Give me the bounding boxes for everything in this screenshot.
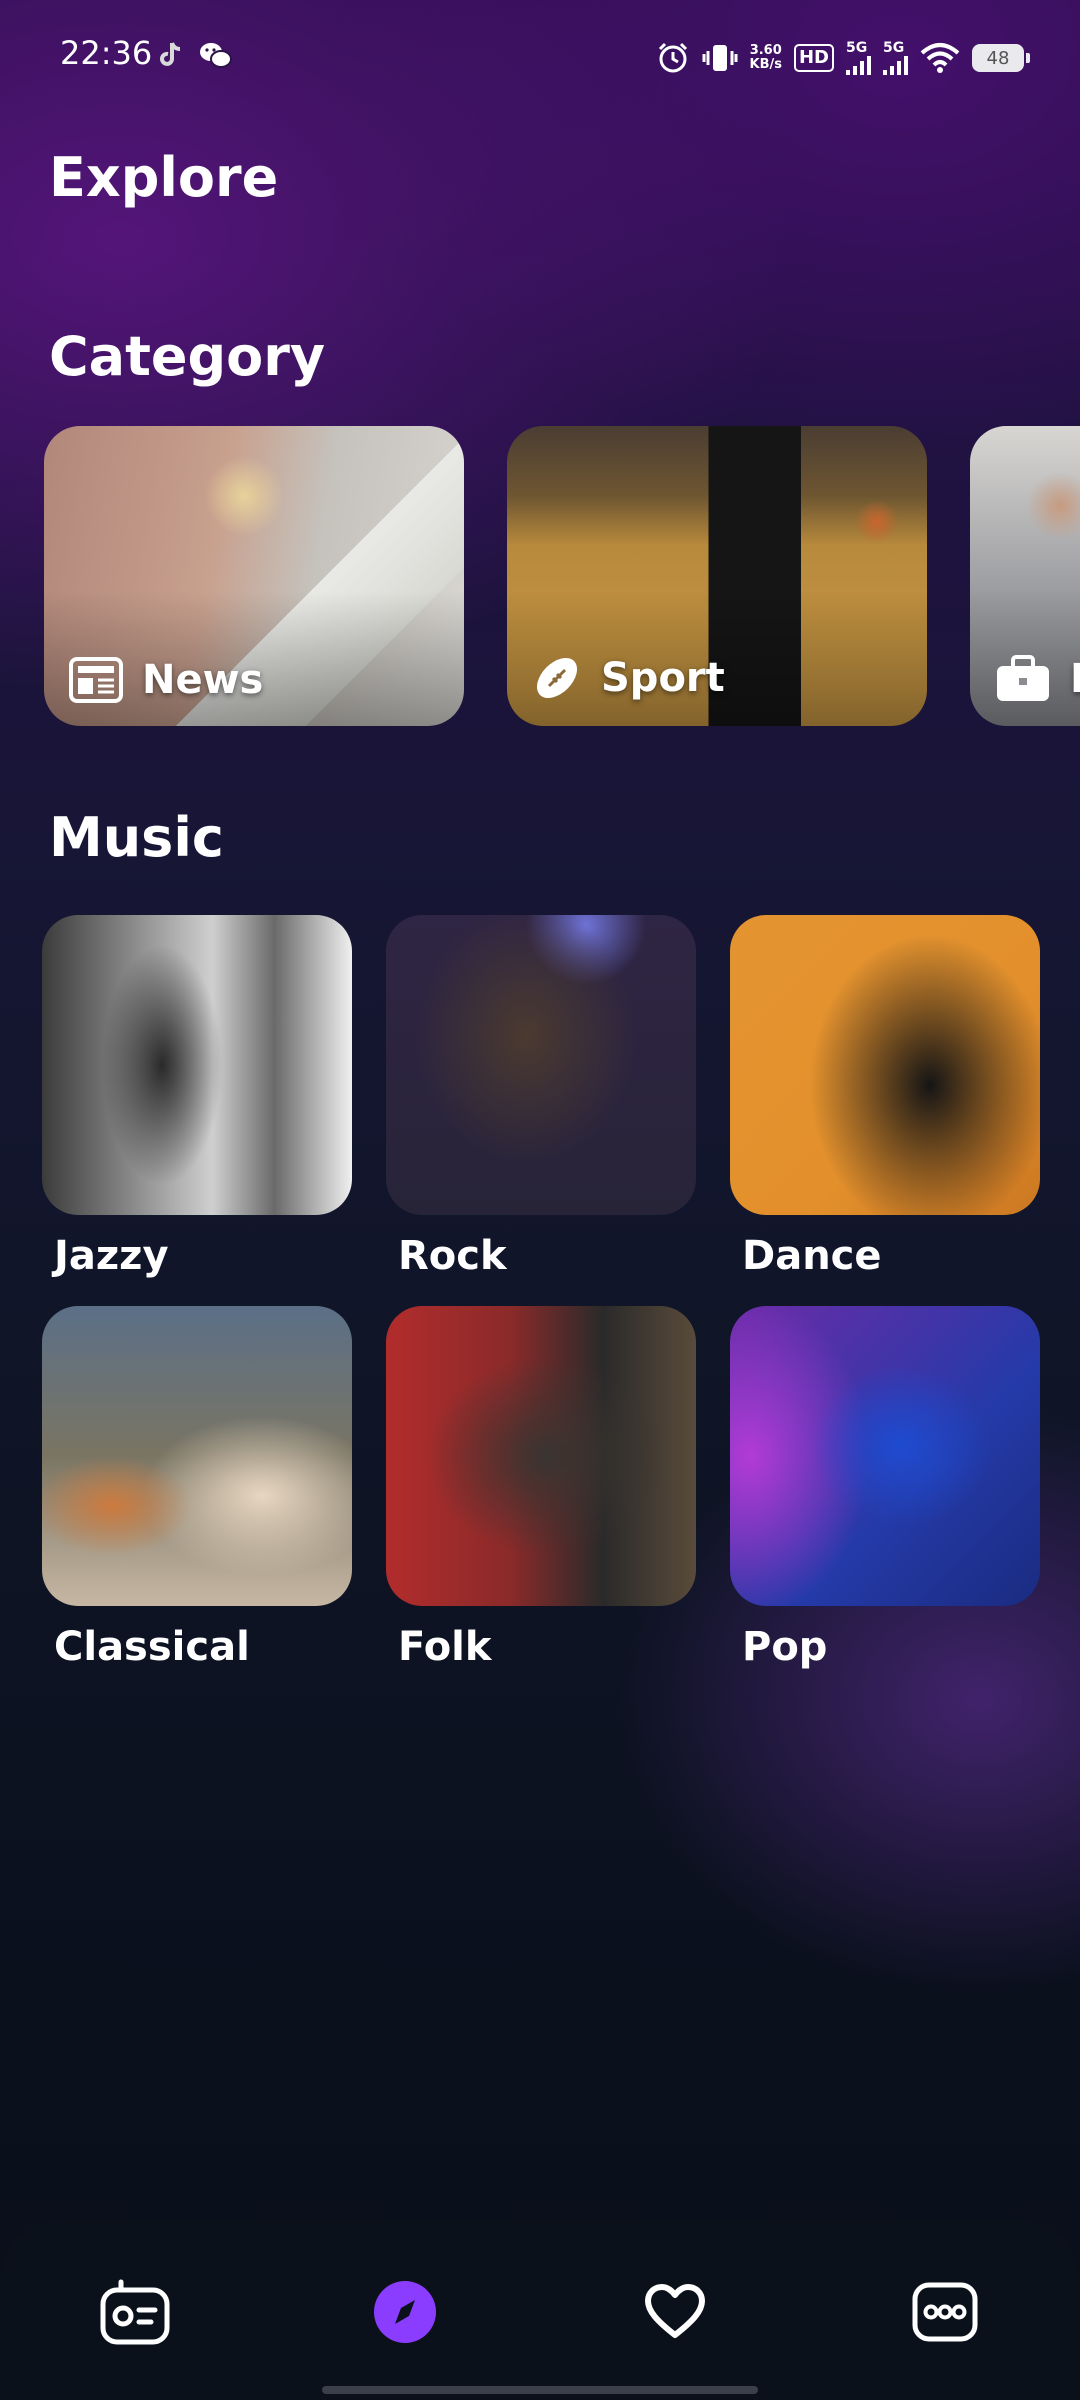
genre-label: Dance	[742, 1233, 882, 1279]
genre-label: Classical	[54, 1624, 250, 1670]
radio-icon	[100, 2279, 170, 2345]
nav-explore[interactable]	[365, 2272, 445, 2352]
category-card-sport[interactable]: Sport	[507, 426, 927, 726]
music-genre-folk[interactable]: Folk	[386, 1306, 696, 1670]
alarm-icon	[658, 42, 687, 73]
status-icons: 3.60 KB/s HD 5G 5G 48	[656, 36, 1030, 80]
genre-label: Jazzy	[54, 1233, 169, 1279]
more-icon	[912, 2282, 978, 2342]
music-section-title: Music	[49, 806, 224, 869]
genre-label: Folk	[398, 1624, 492, 1670]
sim2-label: 5G	[883, 40, 905, 56]
status-bar: 22:36 3.60 KB/s HD 5G 5G 48	[0, 0, 1080, 110]
network-speed-unit: KB/s	[749, 57, 782, 72]
genre-image	[730, 915, 1040, 1215]
signal-icon: 5G	[883, 41, 908, 75]
category-carousel[interactable]: News Sport B	[44, 426, 1080, 726]
genre-image	[42, 915, 352, 1215]
signal-icon: 5G	[846, 41, 871, 75]
category-section-title: Category	[49, 325, 326, 388]
category-card-news[interactable]: News	[44, 426, 464, 726]
music-genre-dance[interactable]: Dance	[730, 915, 1040, 1279]
genre-image	[386, 1306, 696, 1606]
category-label: Sport	[601, 655, 725, 701]
battery-icon: 48	[972, 44, 1030, 72]
network-speed-value: 3.60	[749, 43, 782, 58]
tiktok-icon	[160, 42, 181, 66]
category-card-business[interactable]: B	[970, 426, 1080, 726]
wifi-icon	[920, 43, 960, 73]
sim1-label: 5G	[846, 40, 868, 56]
genre-image	[730, 1306, 1040, 1606]
football-icon	[536, 657, 578, 699]
genre-label: Rock	[398, 1233, 507, 1279]
nav-radio[interactable]	[95, 2272, 175, 2352]
heart-icon	[645, 2284, 705, 2338]
nav-favorites[interactable]	[635, 2272, 715, 2352]
wechat-icon	[200, 43, 232, 68]
home-indicator[interactable]	[322, 2386, 758, 2394]
music-genre-jazzy[interactable]: Jazzy	[42, 915, 352, 1279]
genre-label: Pop	[742, 1624, 828, 1670]
briefcase-icon	[997, 655, 1049, 701]
compass-icon	[374, 2281, 436, 2343]
genre-image	[42, 1306, 352, 1606]
genre-image	[386, 915, 696, 1215]
vibrate-icon	[702, 45, 738, 71]
newspaper-icon	[69, 657, 123, 703]
page-title: Explore	[49, 146, 279, 209]
bottom-navigation	[0, 2220, 1080, 2400]
music-genre-rock[interactable]: Rock	[386, 915, 696, 1279]
status-time: 22:36	[60, 34, 153, 72]
music-genre-classical[interactable]: Classical	[42, 1306, 352, 1670]
music-genre-pop[interactable]: Pop	[730, 1306, 1040, 1670]
nav-more[interactable]	[905, 2272, 985, 2352]
category-label: B	[1070, 656, 1080, 702]
category-label: News	[142, 657, 264, 703]
network-speed: 3.60 KB/s	[750, 44, 782, 72]
hd-icon: HD	[793, 44, 834, 72]
